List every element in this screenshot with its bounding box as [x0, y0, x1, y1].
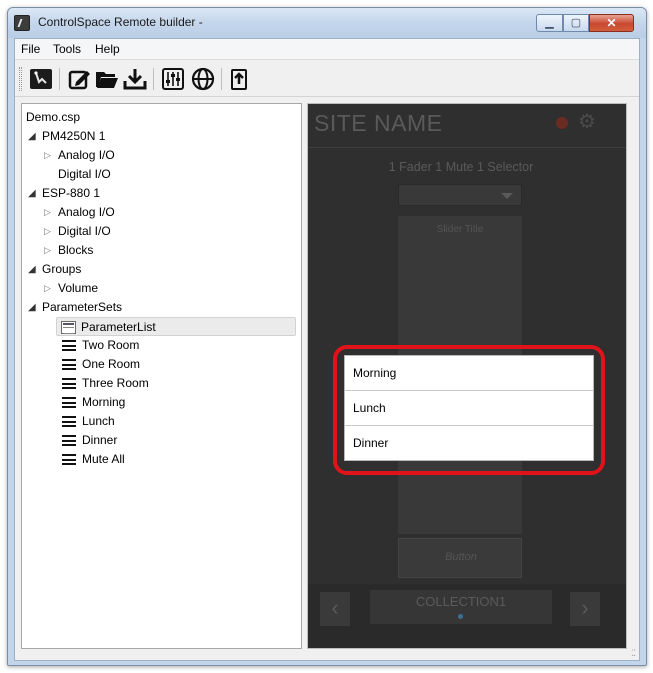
preset-list-icon	[62, 359, 76, 370]
chevron-down-icon	[501, 193, 513, 199]
tree-item-analog-io[interactable]: ▷ Analog I/O	[22, 203, 298, 222]
open-folder-icon[interactable]	[95, 67, 119, 91]
close-button[interactable]: ✕	[589, 14, 634, 32]
tree-item-preset[interactable]: One Room	[22, 355, 298, 374]
status-bar: ⁚⁚	[15, 648, 639, 661]
tree-item-volume[interactable]: ▷ Volume	[22, 279, 298, 298]
app-window: ControlSpace Remote builder - ▁ ▢ ✕ File…	[7, 7, 647, 666]
tree-root[interactable]: Demo.csp	[26, 108, 296, 127]
preset-list-icon	[62, 340, 76, 351]
collection-tab[interactable]: COLLECTION1	[370, 590, 552, 624]
tree-item-digital-io[interactable]: Digital I/O	[22, 165, 298, 184]
preset-list-icon	[62, 416, 76, 427]
collapsed-arrow-icon[interactable]: ▷	[44, 241, 51, 260]
toolbar-separator	[59, 68, 60, 90]
prev-collection-button[interactable]: ‹	[320, 592, 350, 626]
tree-item-preset[interactable]: Morning	[22, 393, 298, 412]
button-label: Button	[445, 551, 477, 563]
collection-bar: ‹ COLLECTION1 ›	[308, 584, 626, 648]
client-area: File Tools Help Demo.csp ◢ PM4250N 1 ▷ A…	[14, 38, 640, 661]
preset-list-icon	[62, 454, 76, 465]
menu-file[interactable]: File	[21, 42, 40, 56]
selector-options-list: Morning Lunch Dinner	[344, 355, 594, 461]
tree-item-preset[interactable]: Dinner	[22, 431, 298, 450]
header-divider	[308, 147, 626, 148]
tree-item-digital-io[interactable]: ▷ Digital I/O	[22, 222, 298, 241]
slider-title: Slider Title	[436, 224, 484, 235]
tree-item-preset[interactable]: Mute All	[22, 450, 298, 469]
toolbar-separator	[153, 68, 154, 90]
preset-list-icon	[62, 435, 76, 446]
window-title: ControlSpace Remote builder -	[38, 15, 203, 29]
page-indicator-dot	[458, 614, 463, 619]
collapsed-arrow-icon[interactable]: ▷	[44, 222, 51, 241]
tree-item-preset[interactable]: Two Room	[22, 336, 298, 355]
tree-item-analog-io[interactable]: ▷ Analog I/O	[22, 146, 298, 165]
menu-bar: File Tools Help	[15, 39, 639, 60]
expanded-arrow-icon[interactable]: ◢	[28, 260, 36, 279]
tree-item-esp880[interactable]: ◢ ESP-880 1	[22, 184, 298, 203]
globe-icon[interactable]	[191, 67, 215, 91]
group-title: 1 Fader 1 Mute 1 Selector	[388, 160, 534, 174]
expanded-arrow-icon[interactable]: ◢	[28, 127, 36, 146]
next-collection-button[interactable]: ›	[570, 592, 600, 626]
collapsed-arrow-icon[interactable]: ▷	[44, 203, 51, 222]
collection-label: COLLECTION1	[415, 594, 507, 609]
tree-item-groups[interactable]: ◢ Groups	[22, 260, 298, 279]
tree-item-parameterlist[interactable]: ParameterList	[56, 317, 296, 336]
tree-item-preset[interactable]: Lunch	[22, 412, 298, 431]
designer-icon[interactable]	[29, 67, 53, 91]
project-tree[interactable]: Demo.csp ◢ PM4250N 1 ▷ Analog I/O Digita…	[21, 103, 302, 649]
title-bar[interactable]: ControlSpace Remote builder - ▁ ▢ ✕	[8, 8, 646, 38]
toolbar	[15, 61, 639, 97]
option-item[interactable]: Lunch	[345, 391, 593, 426]
mute-button[interactable]: Button	[398, 538, 522, 578]
upload-icon[interactable]	[227, 67, 251, 91]
site-name: SITE NAME	[314, 110, 443, 136]
option-item[interactable]: Dinner	[345, 426, 593, 461]
collapsed-arrow-icon[interactable]: ▷	[44, 279, 51, 298]
status-dot-icon	[556, 117, 568, 129]
tree-item-preset[interactable]: Three Room	[22, 374, 298, 393]
parameter-list-icon	[61, 321, 76, 334]
preset-list-icon	[62, 397, 76, 408]
minimize-button[interactable]: ▁	[536, 14, 563, 32]
collapsed-arrow-icon[interactable]: ▷	[44, 146, 51, 165]
expanded-arrow-icon[interactable]: ◢	[28, 184, 36, 203]
expanded-arrow-icon[interactable]: ◢	[28, 298, 36, 317]
resize-grip-icon[interactable]: ⁚⁚	[631, 648, 636, 659]
menu-tools[interactable]: Tools	[53, 42, 81, 56]
tree-item-pm4250n[interactable]: ◢ PM4250N 1	[22, 127, 298, 146]
option-item[interactable]: Morning	[345, 356, 593, 391]
menu-help[interactable]: Help	[95, 42, 120, 56]
gear-icon[interactable]: ⚙	[578, 111, 596, 133]
highlight-callout: Morning Lunch Dinner	[333, 345, 605, 475]
app-icon	[14, 15, 30, 31]
maximize-button[interactable]: ▢	[563, 14, 589, 32]
toolbar-separator	[221, 68, 222, 90]
selector-dropdown[interactable]	[398, 184, 522, 206]
toolbar-grip[interactable]	[19, 67, 22, 91]
edit-icon[interactable]	[67, 67, 91, 91]
mixer-icon[interactable]	[161, 67, 185, 91]
tree-item-parametersets[interactable]: ◢ ParameterSets	[22, 298, 298, 317]
preset-list-icon	[62, 378, 76, 389]
download-icon[interactable]	[123, 67, 147, 91]
tree-item-blocks[interactable]: ▷ Blocks	[22, 241, 298, 260]
